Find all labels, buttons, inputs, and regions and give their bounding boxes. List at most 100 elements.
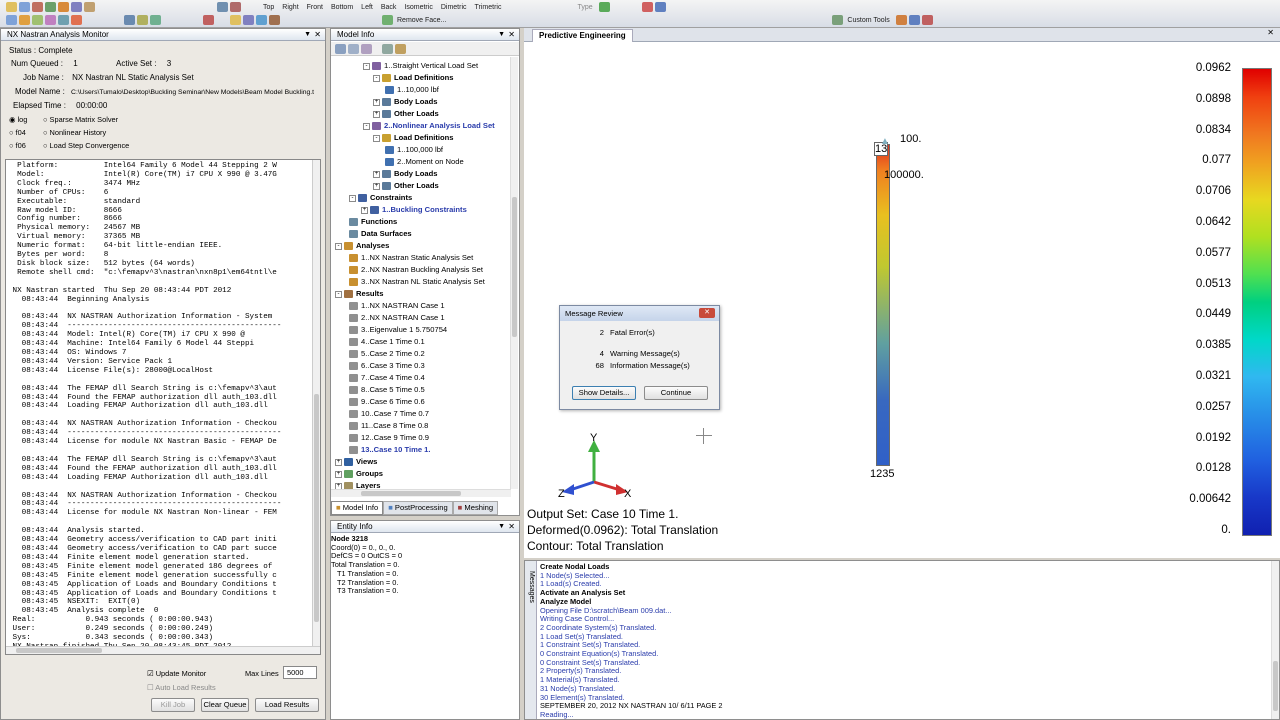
freebody-icon[interactable] — [269, 15, 280, 25]
tab-meshing[interactable]: ■ Meshing — [452, 501, 499, 515]
tree-item[interactable]: 3..NX Nastran NL Static Analysis Set — [349, 276, 485, 288]
tree-item[interactable]: 11..Case 8 Time 0.8 — [349, 420, 428, 432]
tree-item[interactable]: Data Surfaces — [349, 228, 412, 240]
expand-icon[interactable]: + — [335, 458, 342, 466]
save-icon[interactable] — [19, 2, 30, 12]
model-icon[interactable] — [45, 2, 56, 12]
collapse-icon[interactable]: - — [363, 62, 370, 70]
tree-tool-a-icon[interactable] — [335, 43, 346, 54]
contour-icon[interactable] — [243, 15, 254, 25]
dialog-close-icon[interactable]: ✕ — [699, 308, 715, 318]
tree-item[interactable]: + Layers — [335, 480, 381, 489]
messages-side-tab[interactable]: Messages — [525, 561, 537, 719]
tree-item[interactable]: + Groups — [335, 468, 383, 480]
circle-icon[interactable] — [137, 15, 148, 25]
tree-item[interactable]: - 2..Nonlinear Analysis Load Set — [363, 120, 495, 132]
show-details-button[interactable]: Show Details... — [572, 386, 636, 400]
tool-c-icon[interactable] — [921, 15, 933, 25]
tree-item[interactable]: 13..Case 10 Time 1. — [349, 444, 431, 456]
expand-icon[interactable]: + — [373, 170, 380, 178]
line-icon[interactable] — [124, 15, 135, 25]
rect-icon[interactable] — [150, 15, 161, 25]
tree-item[interactable]: 1..10,000 lbf — [385, 84, 439, 96]
tree-item[interactable]: - Results — [335, 288, 383, 300]
expand-icon[interactable]: + — [373, 182, 380, 190]
tree-item[interactable]: - Analyses — [335, 240, 389, 252]
tree-item[interactable]: + Other Loads — [373, 180, 439, 192]
pin-icon[interactable]: ▼ — [304, 29, 311, 41]
view-bottom-button[interactable]: Bottom — [331, 4, 353, 11]
viewport-tab[interactable]: Predictive Engineering — [532, 29, 633, 42]
tree-item[interactable]: 5..Case 2 Time 0.2 — [349, 348, 425, 360]
tree-item[interactable]: 12..Case 9 Time 0.9 — [349, 432, 429, 444]
radio-f04[interactable]: ○ f04 — [9, 128, 26, 137]
tree-item[interactable]: 6..Case 3 Time 0.3 — [349, 360, 425, 372]
view-right-button[interactable]: Right — [282, 4, 298, 11]
collapse-icon[interactable]: - — [373, 74, 380, 82]
tree-item[interactable]: 10..Case 7 Time 0.7 — [349, 408, 429, 420]
log-hscrollbar[interactable] — [6, 646, 320, 654]
tree-tool-b-icon[interactable] — [348, 43, 359, 54]
tree-item[interactable]: 8..Case 5 Time 0.5 — [349, 384, 425, 396]
continue-button[interactable]: Continue — [644, 386, 708, 400]
load-results-button[interactable]: Load Results — [255, 698, 319, 712]
view-front-button[interactable]: Front — [307, 4, 323, 11]
radio-sparse-matrix[interactable]: ○ Sparse Matrix Solver — [43, 115, 118, 124]
collapse-icon[interactable]: - — [335, 242, 342, 250]
type-field[interactable]: Type — [577, 4, 592, 11]
custom-tools-icon[interactable] — [832, 15, 844, 25]
tree-item[interactable]: 1..NX Nastran Static Analysis Set — [349, 252, 473, 264]
tree-tool-d-icon[interactable] — [382, 43, 393, 54]
animate-icon[interactable] — [256, 15, 267, 25]
close-icon[interactable]: ✕ — [314, 29, 321, 41]
tree-item[interactable]: Functions — [349, 216, 397, 228]
tree-item[interactable]: + Body Loads — [373, 168, 437, 180]
collapse-icon[interactable]: - — [363, 122, 370, 130]
log-vscrollbar[interactable] — [312, 160, 320, 646]
expand-icon[interactable]: + — [373, 110, 380, 118]
radio-nonlinear-history[interactable]: ○ Nonlinear History — [43, 128, 106, 137]
messages-scrollbar[interactable] — [1271, 561, 1279, 719]
tree-item[interactable]: - Load Definitions — [373, 132, 453, 144]
select-icon[interactable] — [6, 15, 17, 25]
clear-queue-button[interactable]: Clear Queue — [201, 698, 249, 712]
radio-log[interactable]: ◉ log — [9, 115, 27, 124]
tree-item[interactable]: +1..Buckling Constraints — [361, 204, 467, 216]
viewport-close-icon[interactable]: ✕ — [1267, 28, 1274, 37]
workplane-icon[interactable] — [58, 15, 69, 25]
tree-tool-c-icon[interactable] — [361, 43, 372, 54]
view-left-button[interactable]: Left — [361, 4, 373, 11]
tree-item[interactable]: 2..NX NASTRAN Case 1 — [349, 312, 445, 324]
update-monitor-checkbox[interactable]: ☑ Update Monitor — [147, 669, 206, 678]
tree-item[interactable]: + Other Loads — [373, 108, 439, 120]
custom-icon[interactable] — [641, 2, 653, 12]
tree-item[interactable]: 2..Moment on Node — [385, 156, 464, 168]
expand-icon[interactable]: + — [373, 98, 380, 106]
mesh-icon[interactable] — [58, 2, 69, 12]
tree-item[interactable]: - 1..Straight Vertical Load Set — [363, 60, 478, 72]
tree-item[interactable]: 2..NX Nastran Buckling Analysis Set — [349, 264, 483, 276]
pick-icon[interactable] — [32, 15, 43, 25]
options-icon[interactable] — [654, 2, 666, 12]
tree-item[interactable]: 1..100,000 lbf — [385, 144, 443, 156]
solid-icon[interactable] — [382, 15, 393, 25]
pin-icon[interactable]: ▼ — [498, 29, 505, 41]
tree-tool-e-icon[interactable] — [395, 43, 406, 54]
tree-item[interactable]: 7..Case 4 Time 0.4 — [349, 372, 425, 384]
view-icon[interactable] — [217, 2, 228, 12]
remove-face-button[interactable]: Remove Face... — [397, 17, 446, 24]
snap-icon[interactable] — [19, 15, 30, 25]
auto-load-checkbox[interactable]: ☐ Auto Load Results — [147, 683, 216, 692]
tool-b-icon[interactable] — [908, 15, 920, 25]
view-isometric-button[interactable]: Isometric — [404, 4, 432, 11]
close-icon[interactable]: ✕ — [508, 521, 515, 533]
tree-item[interactable]: 9..Case 6 Time 0.6 — [349, 396, 425, 408]
highlight-icon[interactable] — [71, 15, 82, 25]
tab-postprocessing[interactable]: ■ PostProcessing — [383, 501, 453, 515]
tree-item[interactable]: + Views — [335, 456, 377, 468]
tree-item[interactable]: + Body Loads — [373, 96, 437, 108]
filter-icon[interactable] — [45, 15, 56, 25]
max-lines-input[interactable]: 5000 — [283, 666, 317, 679]
view-trimetric-button[interactable]: Trimetric — [475, 4, 502, 11]
go-icon[interactable] — [598, 2, 610, 12]
